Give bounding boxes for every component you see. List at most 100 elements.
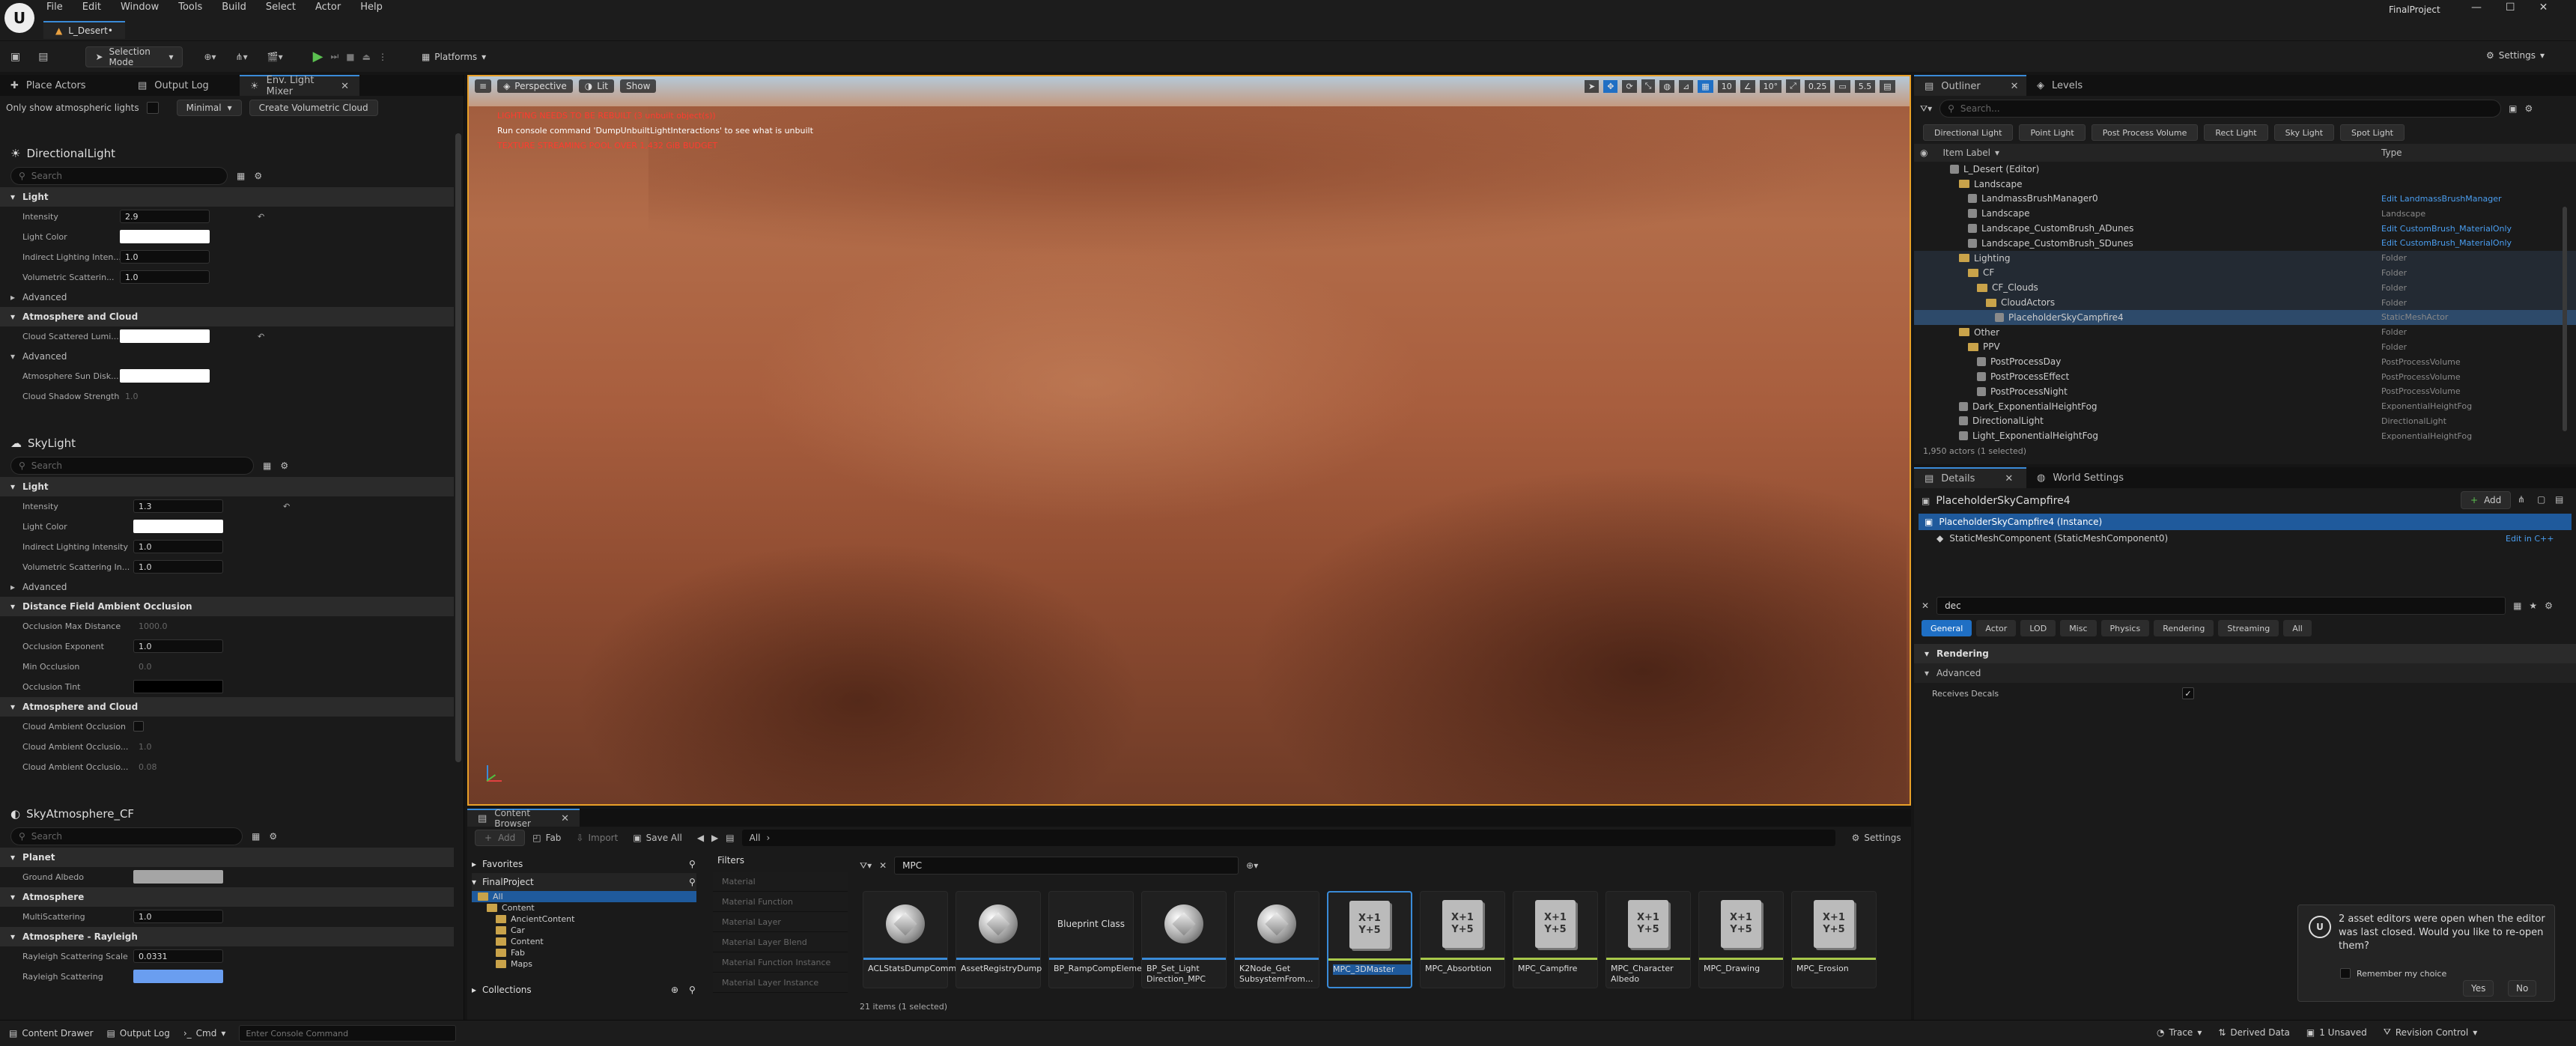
reset-icon[interactable]: ↶ xyxy=(283,502,290,511)
visibility-icon[interactable]: ◉ xyxy=(1920,148,1928,158)
outliner-row[interactable]: PostProcessDay PostProcessVolume xyxy=(1914,354,2576,369)
table-view-icon[interactable]: ▦ xyxy=(263,460,271,471)
clear-search-icon[interactable]: ✕ xyxy=(879,860,887,871)
reset-icon[interactable]: ↶ xyxy=(258,212,264,222)
grid-snap-value[interactable]: 10 xyxy=(1717,79,1736,93)
show-button[interactable]: Show xyxy=(620,79,657,93)
scale-snap-icon[interactable]: ⤢ xyxy=(1786,79,1800,93)
multi-scat-input[interactable]: 1.0 xyxy=(133,910,223,923)
rayleigh-scat-swatch[interactable] xyxy=(133,970,223,983)
details-actor-name[interactable]: PlaceholderSkyCampfire4 xyxy=(1936,495,2070,507)
add-folder-icon[interactable]: ▣ xyxy=(2509,103,2517,114)
receives-decals-checkbox[interactable]: ✓ xyxy=(2182,687,2194,699)
folder-ancient[interactable]: AncientContent xyxy=(472,913,696,925)
section-sky-advanced[interactable]: ▸ Advanced xyxy=(0,577,454,597)
angle-snap-value[interactable]: 10° xyxy=(1759,79,1782,93)
cloud-ao-checkbox[interactable] xyxy=(133,721,144,732)
table-view-icon[interactable]: ▦ xyxy=(2513,600,2521,611)
outliner-row[interactable]: DirectionalLight DirectionalLight xyxy=(1914,414,2576,429)
angle-snap-icon[interactable]: ∠ xyxy=(1740,79,1755,93)
filter-material-function[interactable]: Material Function xyxy=(713,892,848,912)
perspective-button[interactable]: ◈ Perspective xyxy=(497,79,573,93)
outliner-type-link[interactable]: Edit CustomBrush_MaterialOnly xyxy=(2381,224,2512,234)
layout-icon[interactable]: ▤ xyxy=(1880,79,1895,93)
filter-rendering[interactable]: Rendering xyxy=(2154,620,2214,636)
folder-content-2[interactable]: Content xyxy=(472,936,696,947)
lock-icon[interactable]: ▢ xyxy=(2537,494,2545,505)
edit-cpp-link[interactable]: Edit in C++ xyxy=(2506,534,2554,544)
select-icon[interactable]: ➤ xyxy=(1585,79,1600,93)
filter-material-layer[interactable]: Material Layer xyxy=(713,912,848,932)
surface-snap-icon[interactable]: ⊿ xyxy=(1679,79,1694,93)
toast-no-button[interactable]: No xyxy=(2508,980,2537,997)
gear-icon[interactable]: ⚙ xyxy=(280,460,288,471)
world-icon[interactable]: ◍ xyxy=(1659,79,1675,93)
asset-tile[interactable]: Blueprint Class BP_RampCompElement xyxy=(1048,891,1150,988)
lit-button[interactable]: ◑ Lit xyxy=(578,79,615,93)
asset-tile[interactable]: K2Node_Get SubsystemFrom... xyxy=(1234,891,1319,988)
skylight-search-input[interactable]: ⚲ Search xyxy=(10,457,254,475)
outliner-search-input[interactable]: ⚲ Search... xyxy=(1939,100,2502,118)
star-icon[interactable]: ★ xyxy=(2529,600,2537,611)
tab-outliner[interactable]: ▤ Outliner ✕ xyxy=(1914,75,2026,96)
search-icon[interactable]: ⚲ xyxy=(689,877,696,887)
forward-icon[interactable]: ▶ xyxy=(711,833,718,843)
save-search-icon[interactable]: ⊕▾ xyxy=(1246,860,1258,871)
occ-exp-input[interactable]: 1.0 xyxy=(133,639,223,653)
outliner-row[interactable]: Landscape_CustomBrush_ADunes Edit CustomB… xyxy=(1914,221,2576,236)
folder-content[interactable]: Content xyxy=(472,902,696,913)
save-icon[interactable]: ▣ xyxy=(10,51,20,63)
details-instance-row[interactable]: ▣ PlaceholderSkyCampfire4 (Instance) xyxy=(1919,514,2572,530)
settings-button[interactable]: ⚙ Settings ▾ xyxy=(2486,50,2545,61)
outliner-row[interactable]: CloudActors Folder xyxy=(1914,295,2576,310)
menu-tools[interactable]: Tools xyxy=(178,1,202,13)
search-icon[interactable]: ⚲ xyxy=(689,859,696,869)
section-planet[interactable]: ▾ Planet xyxy=(0,848,454,867)
content-icon[interactable]: ▤ xyxy=(38,51,48,63)
close-tab-icon[interactable]: ✕ xyxy=(2005,473,2013,484)
platforms-button[interactable]: ▦ Platforms ▾ xyxy=(422,52,486,62)
outliner-type-link[interactable]: Edit CustomBrush_MaterialOnly xyxy=(2381,238,2512,248)
scale-snap-value[interactable]: 0.25 xyxy=(1804,79,1831,93)
back-icon[interactable]: ◀ xyxy=(697,833,704,843)
menu-build[interactable]: Build xyxy=(222,1,246,13)
col-item-label[interactable]: Item Label xyxy=(1942,148,1990,158)
camera-speed-icon[interactable]: ▭ xyxy=(1835,79,1850,93)
step-icon[interactable]: ⏭ xyxy=(330,51,338,62)
outliner-row[interactable]: Dark_ExponentialHeightFog ExponentialHeig… xyxy=(1914,399,2576,414)
outliner-row[interactable]: PPV Folder xyxy=(1914,340,2576,355)
close-tab-icon[interactable]: ✕ xyxy=(341,81,349,92)
unreal-logo-icon[interactable]: U xyxy=(4,3,34,33)
outliner-row[interactable]: Lighting Folder xyxy=(1914,250,2576,266)
remember-checkbox[interactable] xyxy=(2340,968,2351,979)
asset-tile[interactable]: BP_Set_Light Direction_MPC xyxy=(1141,891,1227,988)
menu-file[interactable]: File xyxy=(46,1,63,13)
derived-data-button[interactable]: ⇅ Derived Data xyxy=(2218,1027,2290,1038)
output-log-button[interactable]: ▤ Output Log xyxy=(107,1028,170,1039)
left-scrollbar[interactable] xyxy=(455,133,461,762)
filter-material-function-instance[interactable]: Material Function Instance xyxy=(713,952,848,973)
gear-icon[interactable]: ⚙ xyxy=(2545,600,2553,611)
selection-mode-dropdown[interactable]: ➤ Selection Mode ▾ xyxy=(85,46,183,67)
filter-streaming[interactable]: Streaming xyxy=(2218,620,2279,636)
cb-import-button[interactable]: ⇩ Import xyxy=(576,833,618,843)
light-color-swatch[interactable] xyxy=(120,230,210,243)
level-tab[interactable]: ▲ L_Desert• xyxy=(43,21,125,39)
layout-icon[interactable]: ▤ xyxy=(2555,494,2563,505)
tab-output-log[interactable]: ▤ Output Log xyxy=(127,75,240,96)
rotate-icon[interactable]: ⟳ xyxy=(1622,79,1637,93)
revision-control-button[interactable]: ⛛ Revision Control ▾ xyxy=(2384,1027,2477,1038)
asset-tile[interactable]: AssetRegistryDump xyxy=(956,891,1042,988)
atmo-lights-checkbox[interactable] xyxy=(146,102,159,114)
outliner-row[interactable]: Landscape_CustomBrush_SDunes Edit CustomB… xyxy=(1914,236,2576,251)
tab-env-light-mixer[interactable]: ☀ Env. Light Mixer ✕ xyxy=(240,75,359,97)
indirect-input[interactable]: 1.0 xyxy=(120,250,210,264)
viewport-menu-icon[interactable]: ≡ xyxy=(475,79,492,93)
folder-fab[interactable]: Fab xyxy=(472,947,696,958)
trace-button[interactable]: ◔ Trace ▾ xyxy=(2157,1027,2202,1038)
section-dfao[interactable]: ▾ Distance Field Ambient Occlusion xyxy=(0,597,454,616)
tab-levels[interactable]: ◈ Levels xyxy=(2026,75,2116,96)
asset-tile[interactable]: X+1 Y+5 MPC_Drawing xyxy=(1698,891,1784,988)
tab-world-settings[interactable]: ◍ World Settings xyxy=(2026,467,2139,488)
tab-place-actors[interactable]: ✚ Place Actors xyxy=(0,75,127,96)
